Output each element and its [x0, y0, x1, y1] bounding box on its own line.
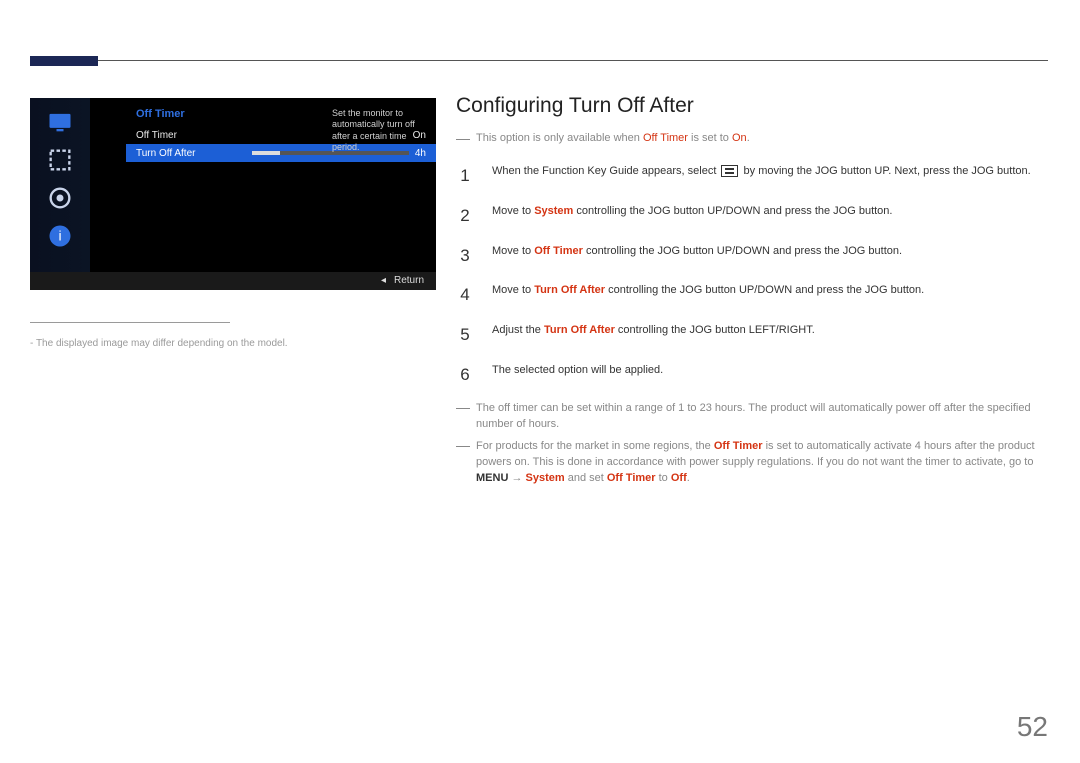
- footnote-text: The off timer can be set within a range …: [476, 401, 1048, 433]
- osd-footer: Return: [30, 272, 436, 290]
- caption-rule: [30, 322, 230, 323]
- image-caption: The displayed image may differ depending…: [30, 338, 288, 349]
- step-text: When the Function Key Guide appears, sel…: [492, 164, 1048, 179]
- step-text: Move to Off Timer controlling the JOG bu…: [492, 244, 1048, 259]
- step-4: 4 Move to Turn Off After controlling the…: [456, 275, 1048, 315]
- step-6: 6 The selected option will be applied.: [456, 355, 1048, 395]
- step-1: 1 When the Function Key Guide appears, s…: [456, 156, 1048, 196]
- step-2: 2 Move to System controlling the JOG but…: [456, 196, 1048, 236]
- step-3: 3 Move to Off Timer controlling the JOG …: [456, 236, 1048, 276]
- step-number: 5: [456, 323, 474, 347]
- header-rule: [98, 60, 1048, 61]
- gear-icon: [46, 184, 74, 212]
- osd-row-label: Off Timer: [136, 130, 246, 141]
- availability-note: This option is only available when Off T…: [456, 132, 1048, 144]
- osd-row-label: Turn Off After: [136, 148, 246, 159]
- info-icon: i: [46, 222, 74, 250]
- step-number: 1: [456, 164, 474, 188]
- footnote-range: The off timer can be set within a range …: [456, 401, 1048, 433]
- header-accent: [30, 56, 98, 66]
- step-text: Adjust the Turn Off After controlling th…: [492, 323, 1048, 338]
- step-number: 4: [456, 283, 474, 307]
- menu-icon: [721, 165, 738, 177]
- note-dash-icon: [456, 446, 470, 447]
- step-number: 3: [456, 244, 474, 268]
- step-text: Move to Turn Off After controlling the J…: [492, 283, 1048, 298]
- svg-text:i: i: [58, 228, 61, 244]
- osd-screenshot: i Off Timer Off Timer On Turn Off After …: [30, 98, 436, 290]
- footnote-regional: For products for the market in some regi…: [456, 439, 1048, 487]
- osd-return-label: Return: [394, 275, 424, 286]
- step-number: 2: [456, 204, 474, 228]
- monitor-icon: [46, 108, 74, 136]
- step-number: 6: [456, 363, 474, 387]
- note-dash-icon: [456, 139, 470, 140]
- page-number: 52: [1017, 711, 1048, 743]
- osd-sidebar: i: [30, 98, 90, 290]
- step-5: 5 Adjust the Turn Off After controlling …: [456, 315, 1048, 355]
- step-text: The selected option will be applied.: [492, 363, 1048, 378]
- footnote-text: For products for the market in some regi…: [476, 439, 1048, 487]
- frame-icon: [46, 146, 74, 174]
- content-column: Configuring Turn Off After This option i…: [456, 94, 1048, 486]
- note-dash-icon: [456, 408, 470, 409]
- osd-help-text: Set the monitor to automatically turn of…: [332, 108, 424, 153]
- step-text: Move to System controlling the JOG butto…: [492, 204, 1048, 219]
- page-heading: Configuring Turn Off After: [456, 94, 1048, 118]
- note-text: This option is only available when Off T…: [476, 132, 750, 144]
